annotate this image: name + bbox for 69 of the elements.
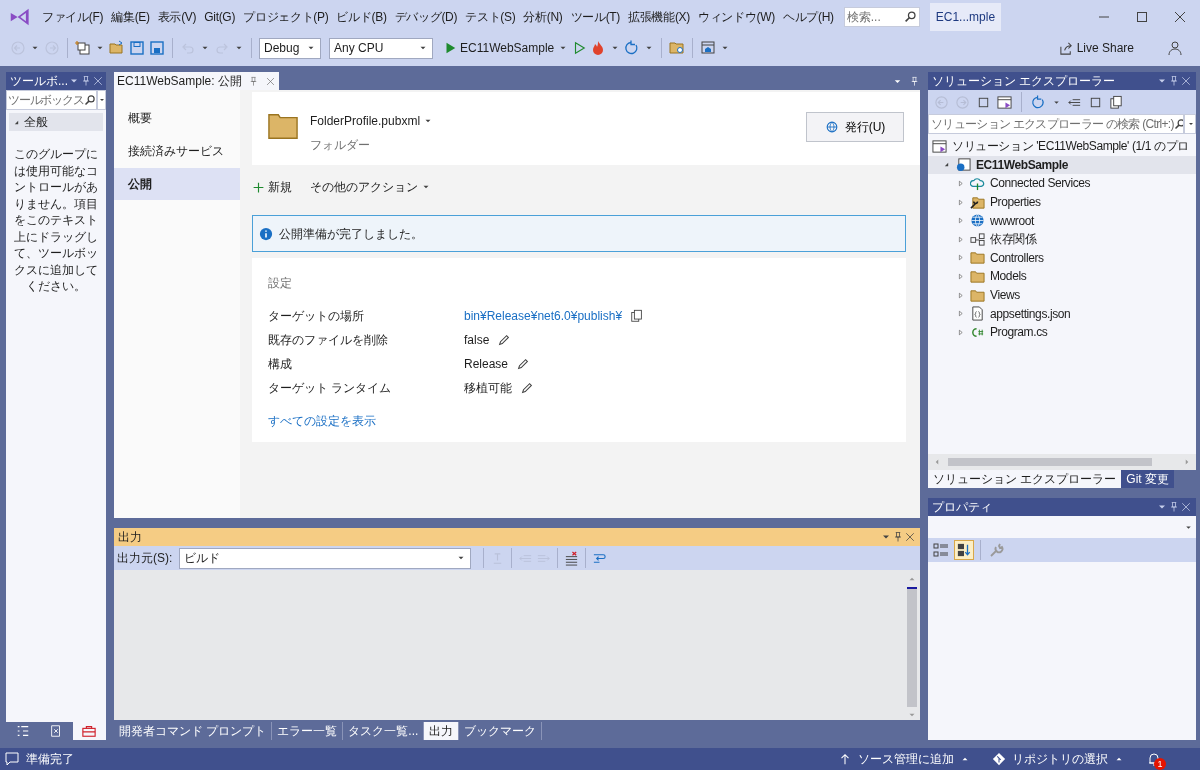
setting-value: Release <box>464 356 509 373</box>
path-link[interactable]: bin¥Release¥net6.0¥publish¥ <box>464 307 623 325</box>
menu-item[interactable]: 拡張機能(X) <box>624 7 694 26</box>
tree-item[interactable]: Properties <box>928 192 1196 212</box>
info-message: 公開準備が完了しました。 <box>279 225 423 243</box>
tree-item[interactable]: appsettings.json <box>928 304 1196 323</box>
menu-item[interactable]: プロジェクト(P) <box>239 7 333 26</box>
panel-tab[interactable]: 出力 <box>424 722 460 740</box>
search-placeholder: 検索... <box>846 8 881 26</box>
menu-item[interactable]: ビルド(B) <box>332 7 391 26</box>
setting-value: false <box>464 332 490 349</box>
source-dropdown[interactable]: ビルド <box>179 547 472 569</box>
configuration-dropdown[interactable]: Debug <box>259 37 321 59</box>
menu-item[interactable]: ファイル(F) <box>38 7 108 26</box>
menu-item[interactable]: ツール(T) <box>566 7 625 26</box>
tree-item[interactable]: 依存関係 <box>928 229 1196 249</box>
show-all-link[interactable]: すべての設定を表示 <box>268 412 376 430</box>
menu-item[interactable]: 表示(V) <box>153 7 201 26</box>
panel-title: 出力 <box>118 529 143 546</box>
repository-button[interactable]: リポジトリの選択 <box>992 750 1124 768</box>
run-button[interactable]: EC11WebSample <box>443 39 555 57</box>
live-share-button[interactable]: Live Share <box>1058 39 1134 57</box>
group-header[interactable]: 全般 <box>9 113 103 131</box>
tree-item[interactable]: Models <box>928 267 1196 286</box>
panel-tab[interactable]: ソリューション エクスプローラー <box>928 470 1122 488</box>
tree-item[interactable]: ソリューション 'EC11WebSample' (1/1 のプロ <box>928 137 1196 156</box>
menu-item[interactable]: テスト(S) <box>461 7 520 26</box>
tree-item[interactable]: wwwroot <box>928 211 1196 230</box>
menu-item[interactable]: デバッグ(D) <box>390 7 462 26</box>
source-label: 出力元(S): <box>117 550 173 567</box>
section-heading: 設定 <box>268 275 293 292</box>
menu-item[interactable]: ヘルプ(H) <box>778 7 838 26</box>
search-field[interactable]: 検索... <box>843 6 920 27</box>
status-text: 準備完了 <box>26 751 74 768</box>
menu-item[interactable]: 編集(E) <box>107 7 154 26</box>
tree-item[interactable]: Program.cs <box>928 322 1196 342</box>
notification-badge: 1 <box>1154 758 1166 770</box>
more-actions-button[interactable]: その他のアクション <box>310 178 431 196</box>
setting-label: 構成 <box>268 356 293 373</box>
window-title: EC1...mple <box>929 2 1002 31</box>
setting-value: 移植可能 <box>464 380 512 397</box>
search-field[interactable]: ソリューション エクスプローラー の検索 (Ctrl+:) <box>928 114 1185 134</box>
panel-title: ソリューション エクスプローラー <box>932 73 1117 90</box>
tree-item[interactable]: EC11WebSample <box>928 155 1196 175</box>
menu-item[interactable]: Git(G) <box>200 7 240 26</box>
menu-item[interactable]: ウィンドウ(W) <box>694 7 779 26</box>
setting-label: ターゲットの場所 <box>268 308 365 325</box>
tree-item[interactable]: Connected Services <box>928 174 1196 193</box>
document-tab[interactable]: EC11WebSample: 公開 <box>114 72 279 90</box>
nav-item[interactable]: 接続済みサービス <box>114 135 240 167</box>
new-button[interactable]: 新規 <box>252 178 292 196</box>
panel-tab[interactable]: Git 変更 <box>1121 470 1174 488</box>
empty-message: このグループには使用可能なコントロールがありません。項目をこのテキスト上にドラッグして、ツールボックスに追加してください。 <box>13 146 99 295</box>
nav-item[interactable]: 概要 <box>114 102 240 134</box>
search-field[interactable]: ツールボックス <box>6 90 98 110</box>
notifications-button[interactable]: 1 <box>1146 751 1162 767</box>
profile-type: フォルダー <box>310 137 371 154</box>
setting-label: 既存のファイルを削除 <box>268 332 389 349</box>
publish-button[interactable]: 発行(U) <box>806 112 904 142</box>
panel-title: プロパティ <box>932 499 993 516</box>
platform-dropdown[interactable]: Any CPU <box>329 37 433 59</box>
nav-item[interactable]: 公開 <box>114 168 240 200</box>
menu-item[interactable]: 分析(N) <box>519 7 567 26</box>
profile-dropdown[interactable]: FolderProfile.pubxml <box>310 112 434 130</box>
tree-item[interactable]: Controllers <box>928 248 1196 268</box>
setting-label: ターゲット ランタイム <box>268 380 393 397</box>
tree-item[interactable]: Views <box>928 285 1196 305</box>
source-control-button[interactable]: ソース管理に追加 <box>838 750 970 768</box>
panel-title: ツールボ... <box>10 73 68 90</box>
